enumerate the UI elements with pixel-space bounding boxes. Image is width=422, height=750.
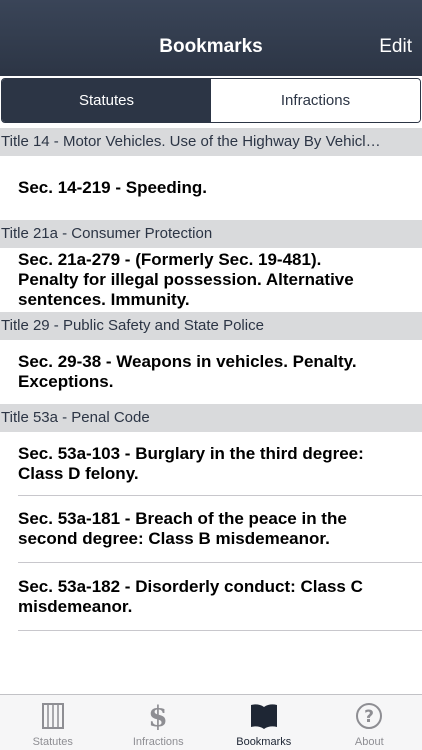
tab-statutes[interactable]: Statutes: [0, 695, 106, 750]
tab-bookmarks[interactable]: Bookmarks: [211, 695, 317, 750]
tab-label: Infractions: [132, 736, 184, 748]
tab-infractions[interactable]: $ Infractions: [106, 695, 212, 750]
dollar-icon: $: [149, 701, 168, 731]
bookmark-title-line: second degree: Class B misdemeanor.: [18, 529, 330, 548]
bookmark-row-53a-182[interactable]: Sec. 53a-182 - Disorderly conduct: Class…: [0, 563, 422, 630]
segment-bar: Statutes Infractions: [0, 76, 422, 126]
page-title: Bookmarks: [159, 36, 263, 57]
open-book-icon: [250, 704, 277, 729]
section-header: Title 14 - Motor Vehicles. Use of the Hi…: [0, 128, 422, 156]
edit-button[interactable]: Edit: [379, 36, 412, 58]
tab-label: About: [354, 736, 384, 748]
bookmark-row-29-38[interactable]: Sec. 29-38 - Weapons in vehicles. Penalt…: [0, 340, 422, 404]
section-header: Title 29 - Public Safety and State Polic…: [0, 312, 422, 340]
tab-about[interactable]: ? About: [317, 695, 422, 750]
bookmark-title-line: Sec. 53a-182 - Disorderly conduct: Class…: [18, 576, 363, 596]
bookmark-title-line: sentences. Immunity.: [18, 290, 190, 309]
tab-label: Bookmarks: [236, 736, 292, 748]
bookmark-row-53a-181[interactable]: Sec. 53a-181 - Breach of the peace in th…: [0, 496, 422, 562]
bookmark-title-line: Sec. 14-219 - Speeding.: [18, 178, 207, 197]
bookmark-row-21a-279[interactable]: Sec. 21a-279 - (Formerly Sec. 19-481). P…: [0, 248, 422, 312]
navigation-bar: Bookmarks Edit: [0, 0, 422, 76]
bookmark-list[interactable]: Title 14 - Motor Vehicles. Use of the Hi…: [0, 128, 422, 694]
book-closed-icon: [41, 703, 64, 729]
bookmark-row-53a-103[interactable]: Sec. 53a-103 - Burglary in the third deg…: [0, 432, 422, 495]
bookmark-title-line: misdemeanor.: [18, 596, 133, 616]
question-circle-icon: ?: [356, 703, 383, 729]
bookmark-title-line: Sec. 53a-181 - Breach of the peace in th…: [18, 509, 347, 528]
bookmark-title-line: Exceptions.: [18, 372, 114, 391]
tab-bar: Statutes $ Infractions Bookmarks ? About: [0, 694, 422, 750]
bookmark-title-line: Sec. 53a-103 - Burglary in the third deg…: [18, 443, 364, 463]
bookmark-title-line: Penalty for illegal possession. Alternat…: [18, 270, 354, 289]
bookmark-title-line: Sec. 29-38 - Weapons in vehicles. Penalt…: [18, 352, 357, 371]
segment-statutes[interactable]: Statutes: [2, 79, 211, 122]
svg-text:$: $: [149, 701, 168, 731]
segmented-control: Statutes Infractions: [1, 78, 421, 123]
bookmark-title-line: Sec. 21a-279 - (Formerly Sec. 19-481).: [18, 250, 322, 269]
section-header: Title 21a - Consumer Protection: [0, 220, 422, 248]
row-separator: [18, 630, 422, 631]
bookmark-row-14-219[interactable]: Sec. 14-219 - Speeding.: [0, 156, 422, 220]
segment-infractions[interactable]: Infractions: [211, 79, 420, 122]
svg-text:?: ?: [364, 707, 374, 727]
section-header: Title 53a - Penal Code: [0, 404, 422, 432]
bookmark-title-line: Class D felony.: [18, 463, 139, 483]
tab-label: Statutes: [32, 736, 73, 748]
